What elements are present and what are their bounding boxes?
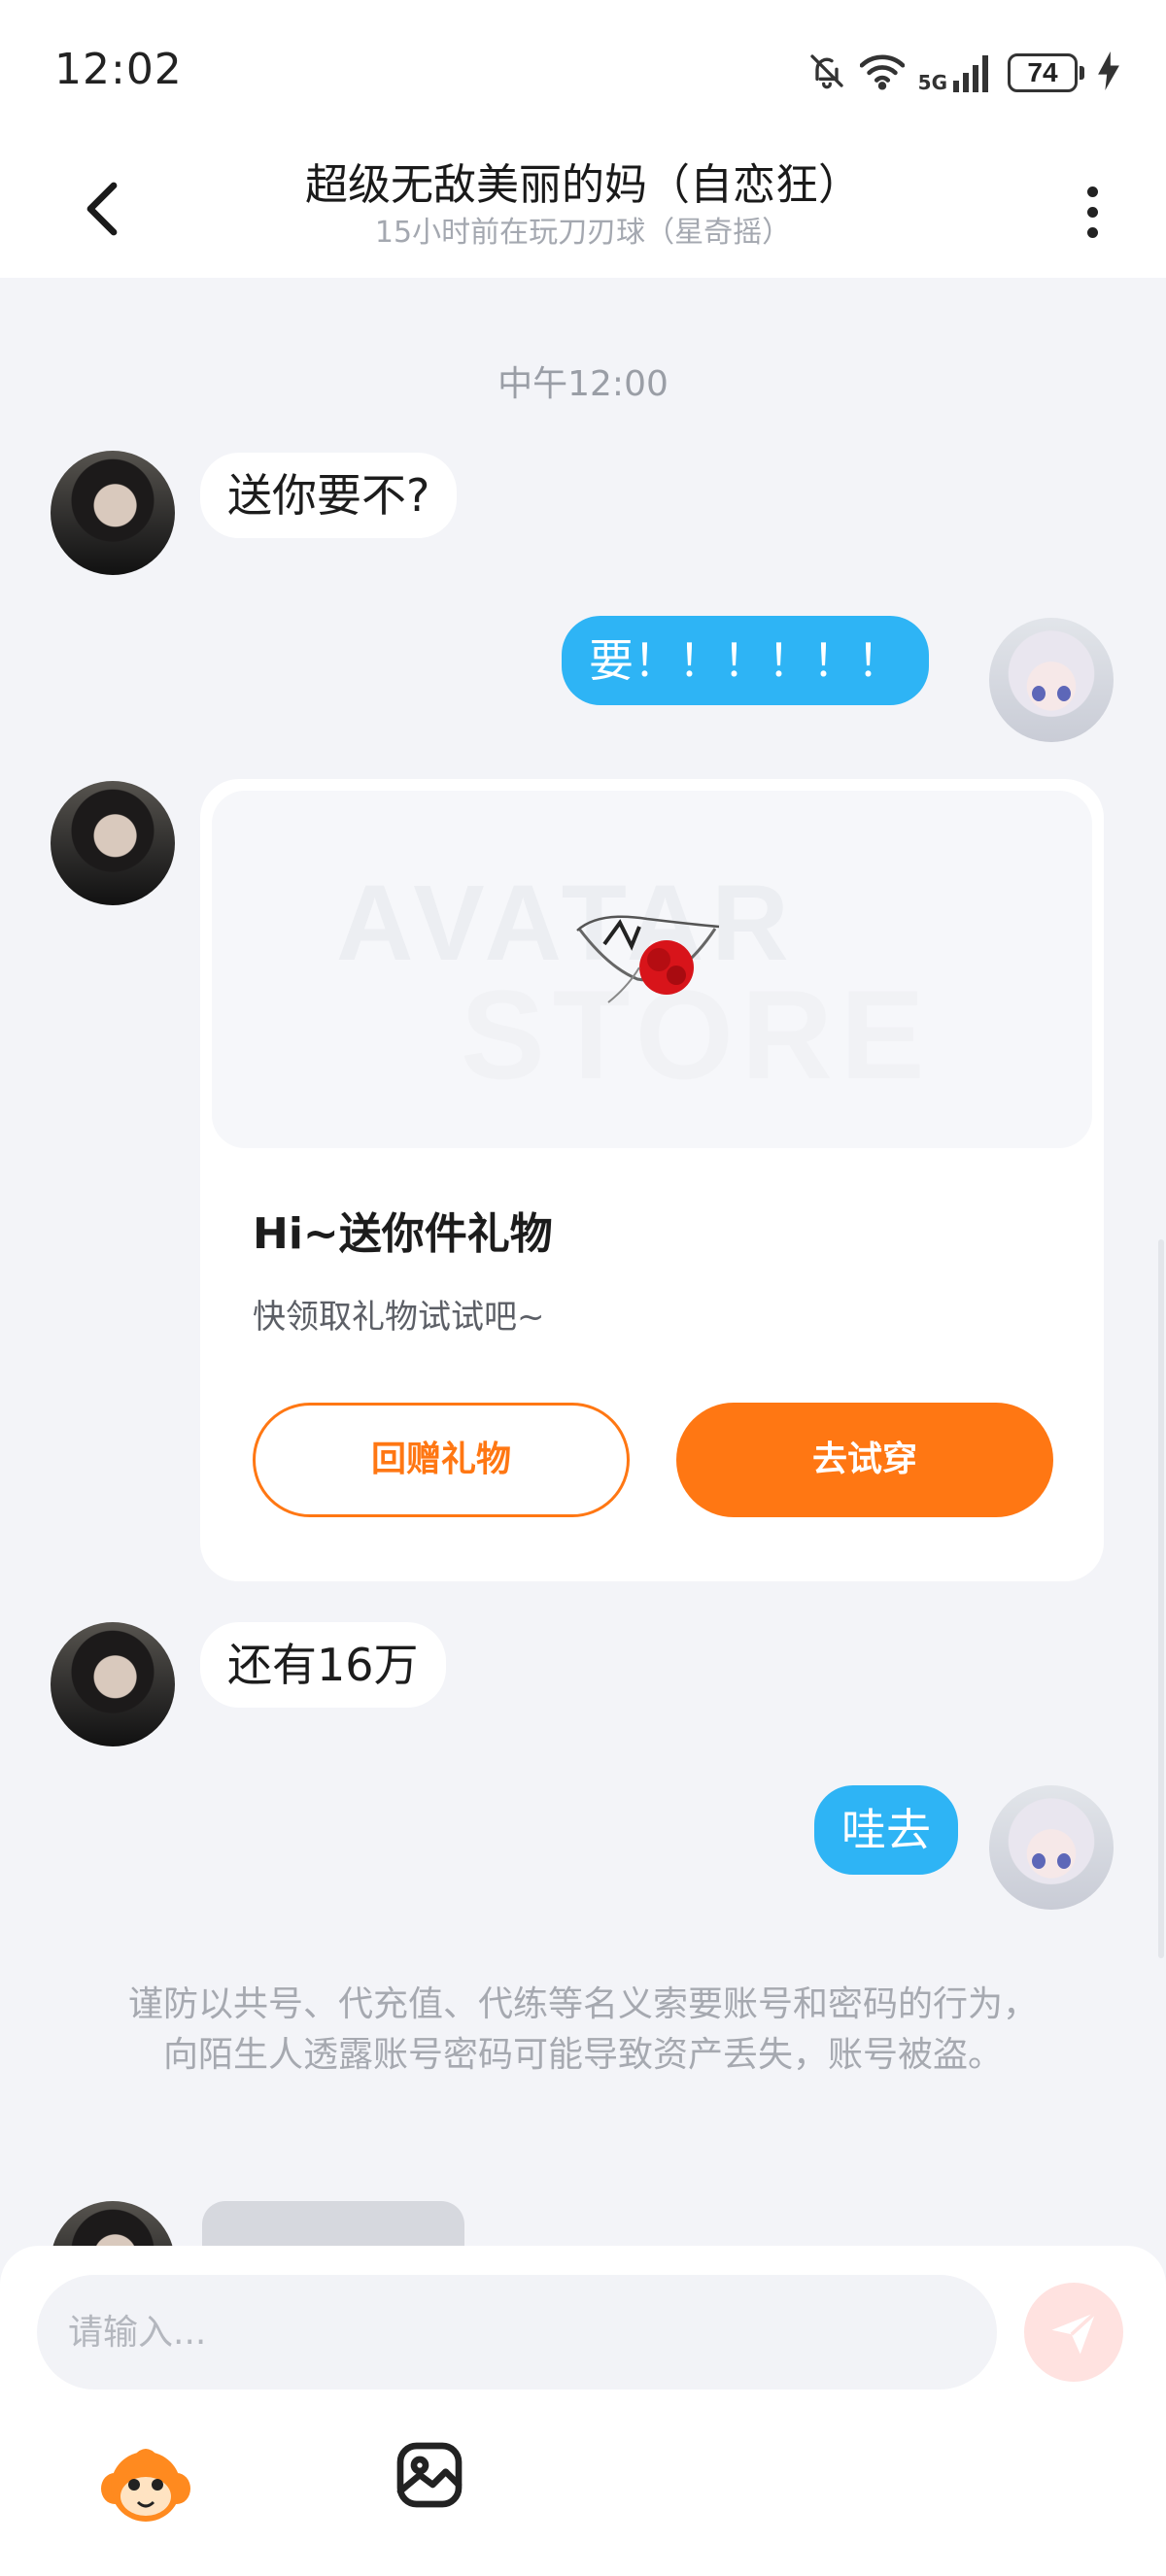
gift-description: 快领取礼物试试吧~: [253, 1298, 545, 1337]
status-bar: 12:02 5G 74: [0, 0, 1166, 146]
message-bubble[interactable]: 哇去: [814, 1785, 958, 1875]
gift-card[interactable]: AVATAR STORE Hi~送你件礼物 快领取礼物试试吧~ 回赠礼物 去试穿: [200, 779, 1104, 1581]
message-input[interactable]: [37, 2275, 997, 2390]
mascot-icon[interactable]: [97, 2434, 194, 2531]
network-label: 5G: [917, 71, 947, 94]
message-bubble[interactable]: 要！！！！！！: [562, 616, 929, 705]
signal-icon: 5G: [918, 53, 994, 92]
more-vertical-icon[interactable]: [1063, 175, 1121, 249]
send-button[interactable]: [1024, 2283, 1123, 2382]
chat-timestamp: 中午12:00: [497, 364, 669, 404]
safety-notice: 谨防以共号、代充值、代练等名义索要账号和密码的行为，向陌生人透露账号密码可能导致…: [127, 1984, 1038, 2075]
avatar[interactable]: [51, 451, 175, 575]
rose-necklace-icon: [576, 915, 720, 1003]
avatar[interactable]: [989, 1785, 1114, 1910]
try-on-button[interactable]: 去试穿: [676, 1403, 1053, 1517]
chat-area[interactable]: 中午12:00 送你要不? 要！！！！！！ AVATAR STORE Hi~送你…: [0, 278, 1166, 2250]
input-bar: [0, 2246, 1166, 2576]
avatar[interactable]: [51, 2201, 175, 2250]
image-icon[interactable]: [391, 2436, 468, 2514]
page-title: 超级无敌美丽的妈（自恋狂）: [305, 160, 861, 210]
avatar[interactable]: [51, 781, 175, 905]
avatar[interactable]: [51, 1622, 175, 1746]
charging-icon: [1098, 51, 1119, 94]
gift-title: Hi~送你件礼物: [253, 1209, 553, 1259]
message-bubble[interactable]: 送你要不?: [200, 453, 458, 538]
battery-level: 74: [1008, 53, 1078, 92]
image-message-thumbnail[interactable]: [202, 2201, 464, 2250]
wifi-icon: [859, 51, 906, 94]
chat-header: 超级无敌美丽的妈（自恋狂） 15小时前在玩刀刃球（星奇摇）: [0, 146, 1166, 278]
bell-off-icon: [807, 51, 846, 94]
send-icon: [1051, 2311, 1097, 2355]
gift-preview[interactable]: AVATAR STORE: [212, 791, 1092, 1148]
avatar[interactable]: [989, 618, 1114, 742]
return-gift-button[interactable]: 回赠礼物: [253, 1403, 630, 1517]
battery-icon: 74: [1008, 53, 1084, 92]
status-icons: 5G 74: [807, 49, 1119, 97]
status-time: 12:02: [54, 45, 183, 94]
message-bubble[interactable]: 还有16万: [200, 1622, 446, 1708]
page-subtitle: 15小时前在玩刀刃球（星奇摇）: [374, 216, 792, 250]
scrollbar[interactable]: [1158, 1239, 1164, 1958]
